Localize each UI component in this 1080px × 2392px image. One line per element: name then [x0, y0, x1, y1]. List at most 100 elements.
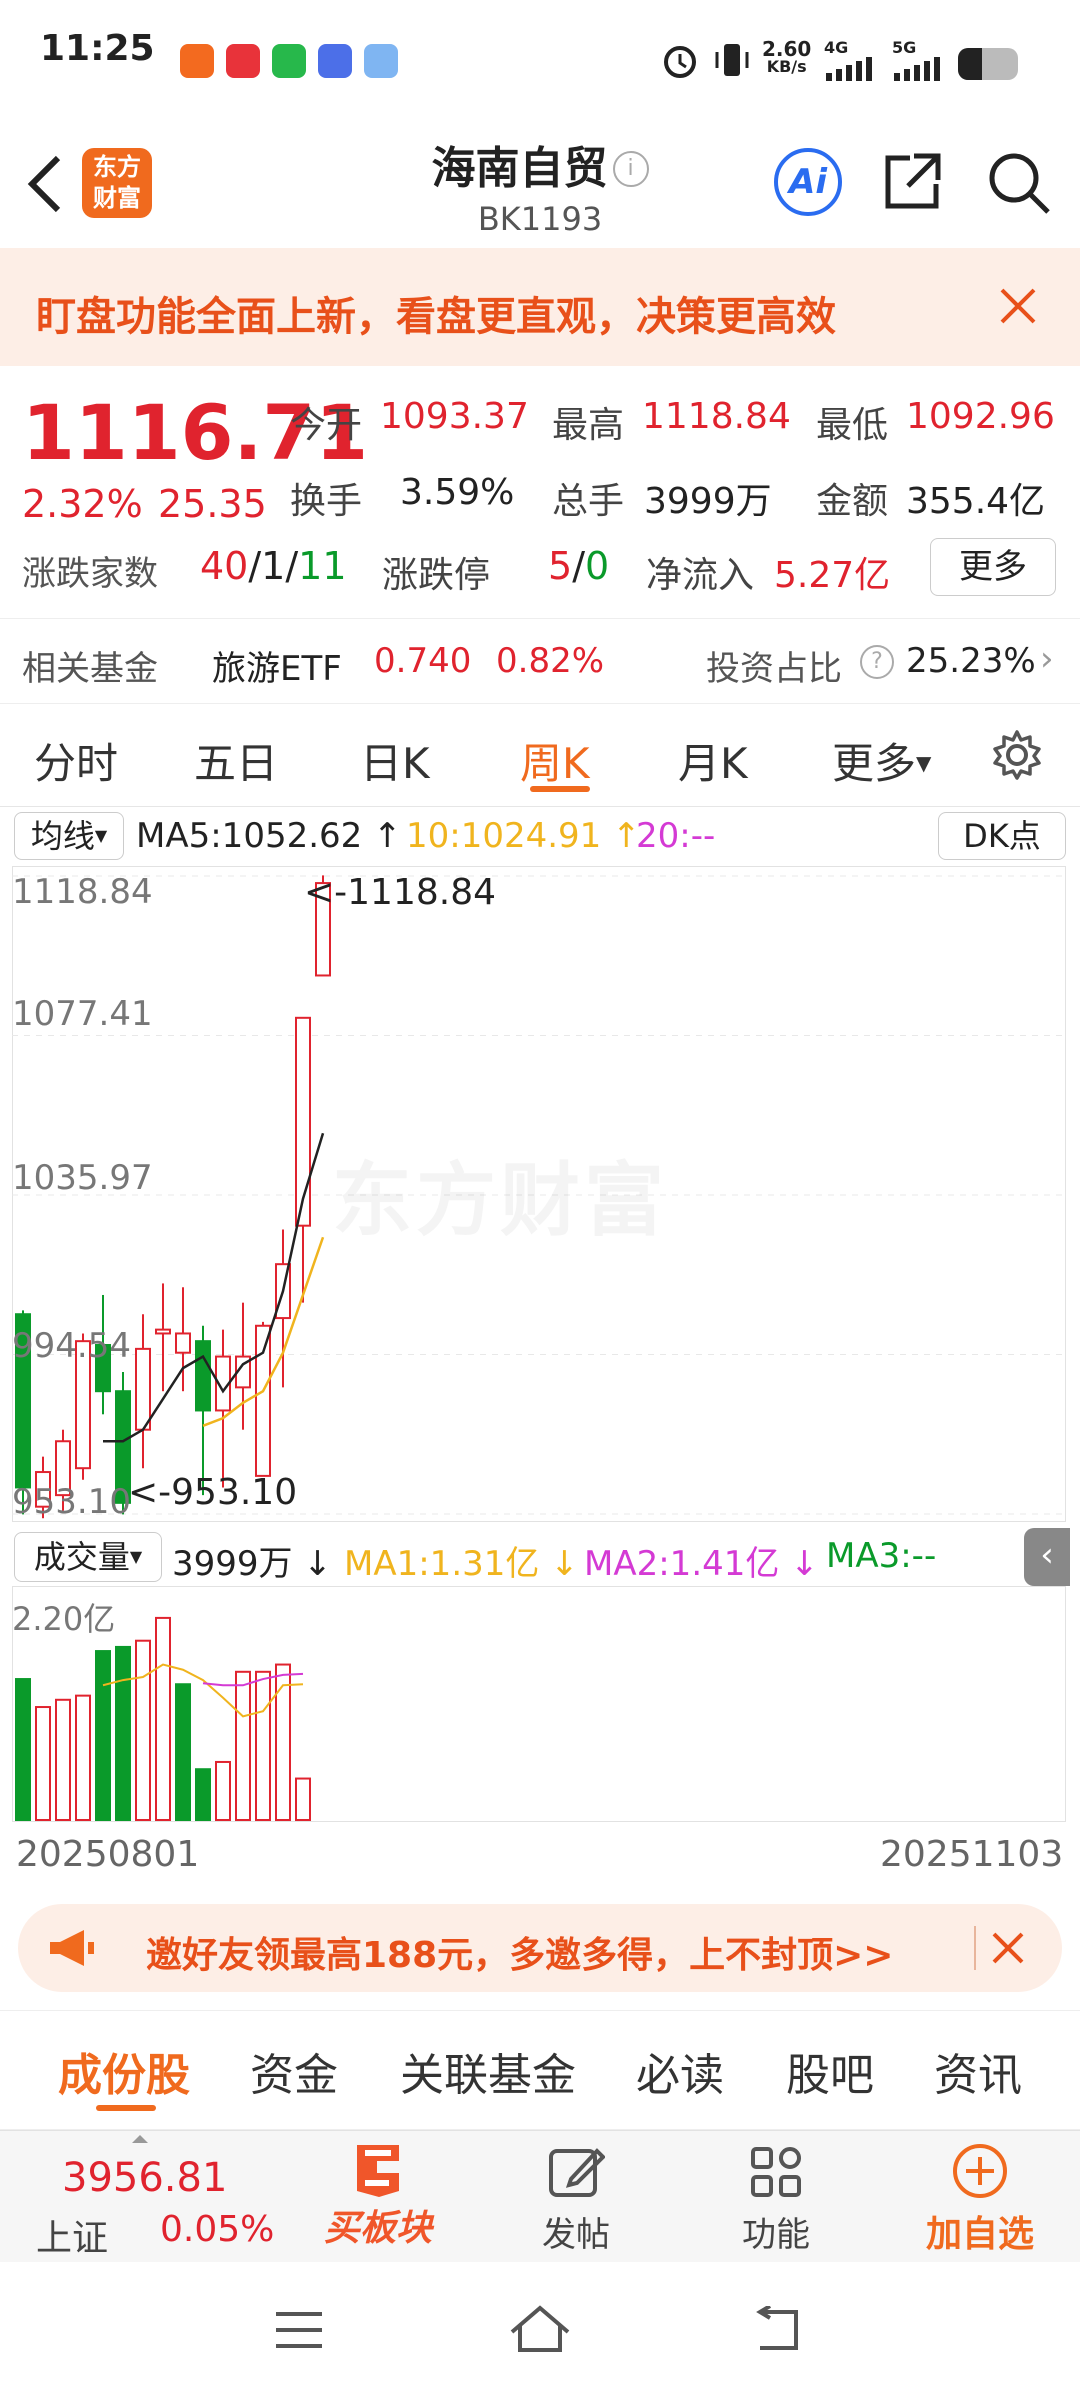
candle	[135, 1314, 151, 1469]
chevron-right-icon: ›	[1040, 639, 1054, 679]
tab-monthly-k[interactable]: 月K	[678, 730, 748, 791]
open-label: 今开	[290, 405, 363, 446]
low-label: 最低	[816, 405, 889, 446]
banner-text: 盯盘功能全面上新，看盘更直观，决策更高效	[36, 294, 836, 340]
tab-news[interactable]: 资讯	[934, 2039, 1022, 2103]
candle	[255, 1321, 271, 1477]
tab-weekly-k[interactable]: 周K	[520, 730, 590, 791]
help-icon[interactable]: ?	[860, 645, 894, 679]
settings-icon[interactable]	[990, 728, 1044, 786]
updown-label: 涨跌家数	[22, 554, 158, 594]
quote-panel: 1116.71 2.32% 25.35 今开 1093.37 最高 1118.8…	[0, 366, 1080, 616]
volume-bar	[75, 1694, 91, 1821]
tab-intraday[interactable]: 分时	[34, 730, 118, 791]
active-tab-indicator	[96, 2105, 156, 2111]
share-icon[interactable]	[880, 150, 944, 218]
volume-bar	[295, 1777, 311, 1821]
volume-max-label: 2.20亿	[12, 1600, 116, 1638]
tab-daily-k[interactable]: 日K	[360, 730, 430, 791]
status-bar: 11:25 2.60 KB/s 4G 5G	[0, 0, 1080, 130]
vol-ma1: MA1:1.31亿 ↓	[344, 1544, 579, 1584]
volume-svg[interactable]	[12, 1586, 1066, 1822]
app-notification-icon	[364, 44, 398, 78]
volume-selector[interactable]: 成交量▼	[14, 1532, 162, 1582]
edit-icon	[549, 2148, 606, 2197]
post-button[interactable]: 发帖	[516, 2131, 636, 2263]
y-label: 994.54	[12, 1326, 131, 1366]
ai-button[interactable]: Ai	[774, 148, 842, 216]
add-circle-icon	[953, 2144, 1007, 2198]
search-icon[interactable]	[986, 150, 1052, 220]
amount-label: 金额	[816, 481, 889, 522]
wechat-icon	[272, 44, 306, 78]
ratio-label: 投资占比	[706, 649, 842, 689]
volume-bar	[135, 1639, 151, 1821]
bottom-action-bar: 3956.81 上证 0.05% 买板块 发帖 功能 加自选	[0, 2130, 1080, 2263]
tab-constituents[interactable]: 成份股	[58, 2039, 190, 2103]
volume-ma1-line	[102, 1663, 304, 1718]
related-fund-row[interactable]: 相关基金 旅游ETF 0.740 0.82% 投资占比 ? 25.23% ›	[0, 618, 1080, 704]
dk-point-button[interactable]: DK点	[938, 812, 1066, 860]
info-icon[interactable]: i	[612, 151, 649, 187]
turnover-label: 换手	[290, 481, 363, 522]
tab-must-read[interactable]: 必读	[636, 2039, 724, 2103]
amount-value: 355.4亿	[906, 481, 1046, 522]
signal-5g-icon: 5G	[892, 38, 948, 81]
caret-down-icon: ▼	[94, 826, 108, 845]
alarm-icon	[660, 40, 700, 84]
candle	[295, 1016, 311, 1303]
menu-icon[interactable]	[274, 2310, 324, 2354]
app-notification-icon	[180, 44, 214, 78]
low-value: 1092.96	[906, 396, 1055, 437]
y-label: 953.10	[12, 1482, 131, 1522]
close-icon[interactable]	[990, 1930, 1026, 1970]
limit-counts: 5/0	[548, 544, 610, 588]
add-watchlist-button[interactable]: 加自选	[912, 2131, 1048, 2263]
volume-label: 总手	[552, 481, 625, 522]
buy-sector-button[interactable]: 买板块	[318, 2131, 438, 2263]
y-label: 1077.41	[12, 994, 153, 1034]
index-value[interactable]: 3956.81	[62, 2155, 227, 2201]
buy-sector-icon	[357, 2145, 399, 2197]
close-icon[interactable]	[998, 286, 1038, 330]
ma-legend-row: 均线▼ MA5:1052.62 ↑ 10:1024.91 ↑ 20:-- DK点	[0, 812, 1080, 864]
fund-name[interactable]: 旅游ETF	[212, 641, 342, 690]
change-value: 25.35	[158, 482, 267, 526]
volume-bar	[115, 1645, 131, 1821]
ma-selector[interactable]: 均线▼	[14, 812, 124, 860]
candle	[155, 1283, 171, 1392]
volume-chart[interactable]: 2.20亿	[12, 1586, 1066, 1822]
tab-more[interactable]: 更多▼	[832, 730, 931, 791]
divider	[974, 1926, 976, 1970]
functions-button[interactable]: 功能	[716, 2131, 836, 2263]
battery-icon	[958, 48, 1018, 80]
app-notification-icon	[226, 44, 260, 78]
candlestick-chart[interactable]: 1118.84 1077.41 1035.97 994.54 953.10 <-…	[12, 866, 1066, 1522]
home-icon[interactable]	[508, 2302, 572, 2360]
tab-related-funds[interactable]: 关联基金	[400, 2039, 576, 2103]
volume-bar	[275, 1663, 291, 1821]
index-name: 上证	[36, 2218, 109, 2259]
header: 东方财富 海南自贸 i BK1193 Ai	[0, 130, 1080, 249]
low-annotation: <-953.10	[128, 1472, 298, 1513]
ratio-value: 25.23%	[906, 641, 1036, 681]
y-label: 1118.84	[12, 872, 153, 912]
back-nav-icon[interactable]	[752, 2304, 802, 2358]
vol-value: 3999万 ↓	[172, 1544, 332, 1584]
y-label: 1035.97	[12, 1158, 153, 1198]
volume-legend-row: 成交量▼ 3999万 ↓ MA1:1.31亿 ↓ MA2:1.41亿 ↓ MA3…	[0, 1528, 1080, 1586]
collapse-panel-button[interactable]: ‹	[1024, 1528, 1070, 1586]
tab-forum[interactable]: 股吧	[786, 2039, 874, 2103]
end-date: 20251103	[880, 1834, 1064, 1875]
invite-promo-banner[interactable]: 邀好友领最高188元，多邀多得，上不封顶>>	[18, 1904, 1062, 1992]
volume-value: 3999万	[644, 481, 772, 522]
more-button[interactable]: 更多	[930, 538, 1056, 596]
open-value: 1093.37	[380, 396, 529, 437]
expand-caret-icon[interactable]	[132, 2135, 148, 2143]
tab-capital[interactable]: 资金	[250, 2039, 338, 2103]
updown-counts: 40/1/11	[200, 544, 347, 588]
signal-4g-icon: 4G	[824, 38, 880, 81]
feature-banner[interactable]: 盯盘功能全面上新，看盘更直观，决策更高效	[0, 248, 1080, 366]
vibrate-icon	[712, 40, 752, 84]
tab-five-day[interactable]: 五日	[194, 730, 278, 791]
